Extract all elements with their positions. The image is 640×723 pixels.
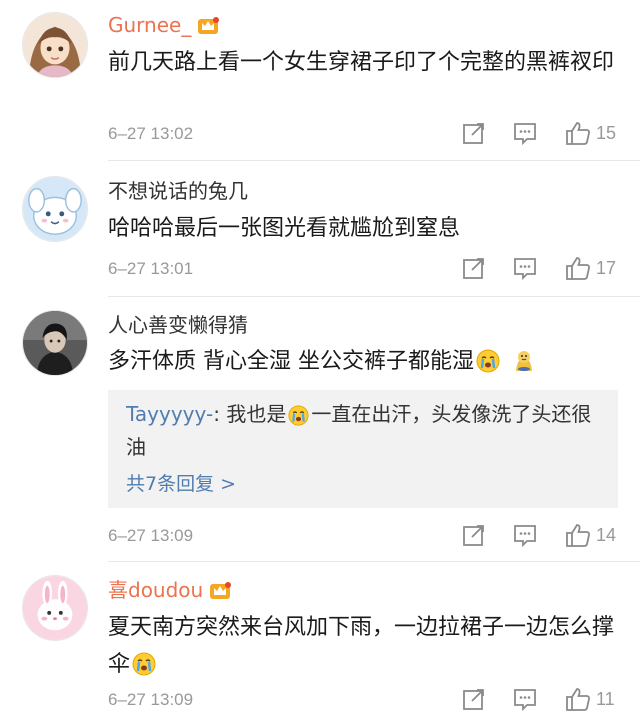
- username[interactable]: 喜doudou: [108, 577, 232, 603]
- comment-icon[interactable]: [512, 255, 538, 281]
- comment-footer: 6–27 13:01 17: [108, 255, 620, 285]
- reply-text: Tayyyyy-: 我也是 一直在出汗，头发像洗了头还很油: [126, 398, 600, 464]
- reply-box[interactable]: Tayyyyy-: 我也是 一直在出汗，头发像洗了头还很油 共7条回复 >: [108, 390, 618, 508]
- username-text[interactable]: Gurnee_: [108, 13, 191, 37]
- crying-face-emoji-icon: [476, 349, 500, 373]
- crying-face-emoji-icon: [132, 652, 156, 676]
- comment-footer: 6–27 13:09 11: [108, 686, 620, 716]
- thumbs-up-icon[interactable]: [565, 522, 591, 548]
- comment-icon[interactable]: [512, 120, 538, 146]
- comment-text: 夏天南方突然来台风加下雨，一边拉裙子一边怎么撑伞: [108, 609, 620, 683]
- thumbs-up-icon[interactable]: [565, 686, 591, 712]
- comment-footer: 6–27 13:09 14: [108, 522, 620, 552]
- comment-icon[interactable]: [512, 522, 538, 548]
- vip-crown-badge-icon: [197, 16, 220, 36]
- comment-text: 前几天路上看一个女生穿裙子印了个完整的黑裤衩印: [108, 50, 615, 75]
- like-count: 15: [596, 123, 617, 143]
- thumbs-up-icon[interactable]: [565, 255, 591, 281]
- comment-icon[interactable]: [512, 686, 538, 712]
- comment-text-body: 多汗体质 背心全湿 坐公交裤子都能湿: [108, 349, 474, 374]
- user-avatar[interactable]: [22, 176, 88, 242]
- crying-face-emoji-icon: [288, 405, 309, 426]
- comment-text-body: 夏天南方突然来台风加下雨，一边拉裙子一边怎么撑伞: [108, 615, 615, 677]
- vip-crown-badge-icon: [209, 581, 232, 601]
- user-avatar[interactable]: [22, 12, 88, 78]
- timestamp: 6–27 13:09: [108, 526, 194, 545]
- share-icon[interactable]: [461, 686, 487, 712]
- comment-divider: [108, 561, 640, 562]
- comment-text: 多汗体质 背心全湿 坐公交裤子都能湿: [108, 343, 620, 380]
- username[interactable]: 不想说话的兔几: [108, 178, 248, 204]
- comment-footer: 6–27 13:02 15: [108, 120, 620, 150]
- doge-emoji-icon: [512, 349, 536, 373]
- view-more-replies-link[interactable]: 共7条回复 >: [126, 468, 600, 501]
- comment-text: 哈哈哈最后一张图光看就尴尬到窒息: [108, 216, 461, 241]
- like-count: 14: [596, 525, 617, 545]
- reply-text-start: : 我也是: [213, 402, 287, 426]
- like-count: 17: [596, 258, 617, 278]
- username[interactable]: Gurnee_: [108, 12, 220, 38]
- user-avatar[interactable]: [22, 310, 88, 376]
- reply-username[interactable]: Tayyyyy-: [126, 402, 213, 426]
- comment-divider: [108, 296, 640, 297]
- share-icon[interactable]: [461, 255, 487, 281]
- thumbs-up-icon[interactable]: [565, 120, 591, 146]
- share-icon[interactable]: [461, 120, 487, 146]
- timestamp: 6–27 13:02: [108, 124, 194, 143]
- comment-divider: [108, 160, 640, 161]
- username[interactable]: 人心善变懒得猜: [108, 312, 248, 338]
- user-avatar[interactable]: [22, 575, 88, 641]
- username-text[interactable]: 喜doudou: [108, 578, 203, 602]
- share-icon[interactable]: [461, 522, 487, 548]
- like-count: 11: [596, 689, 615, 709]
- timestamp: 6–27 13:01: [108, 259, 194, 278]
- timestamp: 6–27 13:09: [108, 690, 194, 709]
